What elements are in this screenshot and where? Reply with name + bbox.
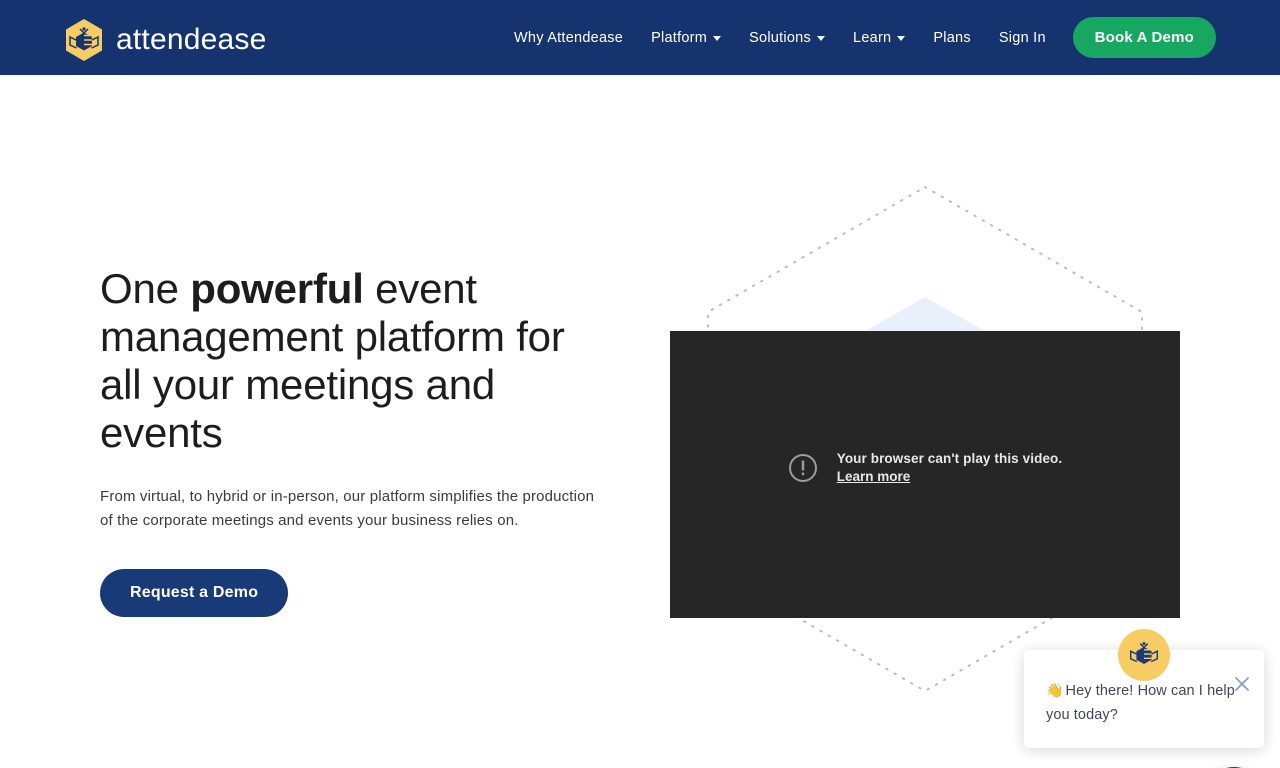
close-icon[interactable] [1230, 672, 1254, 696]
exclamation-circle-icon [788, 453, 818, 483]
hero-section: One powerful event management platform f… [0, 75, 1280, 768]
brand-name: attendease [116, 23, 267, 56]
hero-subtitle: From virtual, to hybrid or in-person, ou… [100, 488, 595, 529]
nav-label: Plans [933, 29, 971, 46]
chevron-down-icon [897, 36, 906, 41]
nav-item-solutions[interactable]: Solutions [735, 30, 839, 46]
bee-avatar-icon [1125, 634, 1163, 676]
nav-item-platform[interactable]: Platform [637, 30, 735, 46]
chat-avatar [1118, 629, 1170, 681]
bee-hexagon-icon [64, 18, 104, 62]
waving-hand-icon: 👋 [1046, 682, 1064, 698]
nav-label: Learn [853, 29, 892, 46]
nav-item-why-attendease[interactable]: Why Attendease [500, 30, 637, 46]
chat-message: Hey there! How can I help you today? [1046, 683, 1235, 723]
video-error-text: Your browser can't play this video. [836, 450, 1063, 466]
nav-label: Sign In [998, 29, 1046, 46]
nav-item-sign-in[interactable]: Sign In [985, 30, 1060, 46]
chevron-down-icon [713, 36, 722, 41]
nav-item-learn[interactable]: Learn [839, 30, 919, 46]
video-error-message: Your browser can't play this video. Lear… [788, 450, 1063, 488]
page-title: One powerful event management platform f… [100, 265, 610, 457]
hero-copy: One powerful event management platform f… [100, 265, 610, 617]
nav-label: Why Attendease [514, 29, 624, 46]
main-navigation: Why Attendease Platform Solutions Learn … [500, 0, 1060, 75]
hero-title-part1: One [100, 265, 191, 312]
nav-item-plans[interactable]: Plans [919, 30, 985, 46]
hero-title-emphasis: powerful [190, 265, 364, 312]
chat-greeting-text: 👋 Hey there! How can I help you today? [1046, 678, 1236, 727]
book-a-demo-button[interactable]: Book A Demo [1072, 17, 1216, 58]
nav-label: Solutions [749, 29, 811, 46]
request-a-demo-button[interactable]: Request a Demo [100, 569, 289, 617]
chevron-down-icon [817, 36, 825, 41]
nav-label: Platform [651, 29, 708, 46]
video-player[interactable]: Your browser can't play this video. Lear… [670, 331, 1180, 618]
brand-logo[interactable]: attendease [64, 18, 266, 62]
video-learn-more-link[interactable]: Learn more [837, 468, 911, 485]
site-header: attendease Why Attendease Platform Solut… [0, 0, 1280, 75]
